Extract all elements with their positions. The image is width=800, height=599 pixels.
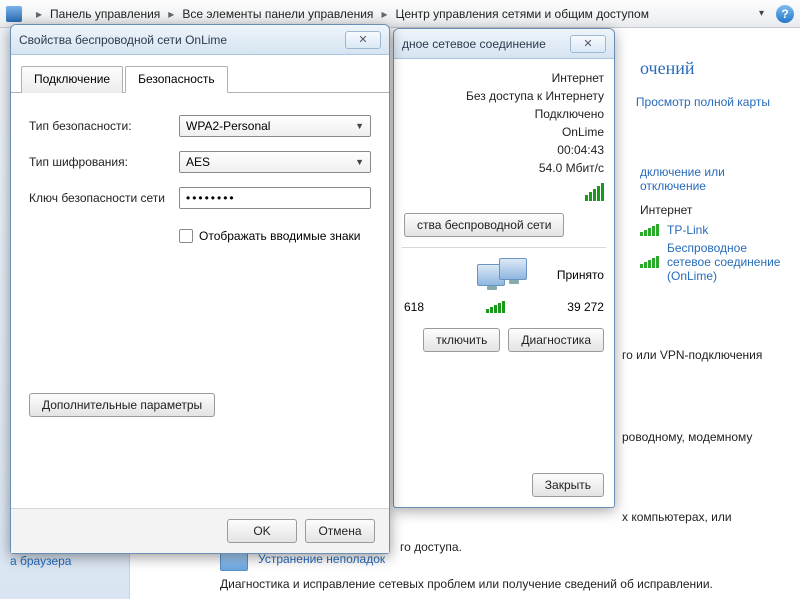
close-button[interactable]: ✕ <box>570 35 606 53</box>
received-value: 39 272 <box>567 300 604 314</box>
close-button[interactable]: ✕ <box>345 31 381 49</box>
connection-status-dialog: дное сетевое соединение ✕ Интернет Без д… <box>393 28 615 508</box>
status-speed: 54.0 Мбит/с <box>539 161 604 175</box>
encryption-type-value: AES <box>186 155 210 169</box>
show-chars-label: Отображать вводимые знаки <box>199 229 360 243</box>
wireless-properties-button[interactable]: ства беспроводной сети <box>404 213 564 237</box>
network-tplink-link[interactable]: TP-Link <box>667 223 708 237</box>
security-type-select[interactable]: WPA2-Personal ▼ <box>179 115 371 137</box>
connect-disconnect-link[interactable]: дключение или отключение <box>640 165 725 193</box>
tab-security[interactable]: Безопасность <box>125 66 228 93</box>
show-chars-checkbox[interactable] <box>179 229 193 243</box>
tab-connection[interactable]: Подключение <box>21 66 123 93</box>
dropdown-arrow-icon[interactable]: ▾ <box>759 8 764 19</box>
ok-button[interactable]: OK <box>227 519 297 543</box>
encryption-type-select[interactable]: AES ▼ <box>179 151 371 173</box>
status-dialog-title: дное сетевое соединение <box>402 37 570 51</box>
divider <box>402 247 606 248</box>
breadcrumb-item-2[interactable]: Центр управления сетями и общим доступом <box>395 7 649 21</box>
help-icon[interactable]: ? <box>776 5 794 23</box>
signal-strength-icon <box>585 183 604 201</box>
network-row-onlime[interactable]: Беспроводное сетевое соединение (OnLime) <box>640 241 782 283</box>
breadcrumb-item-0[interactable]: Панель управления <box>50 7 160 21</box>
received-label: Принято <box>557 268 604 282</box>
signal-icon <box>486 301 505 313</box>
props-dialog-title-bar[interactable]: Свойства беспроводной сети OnLime ✕ <box>11 25 389 55</box>
advanced-settings-button[interactable]: Дополнительные параметры <box>29 393 215 417</box>
signal-icon <box>640 256 659 268</box>
vpn-text-fragment: го или VPN-подключения <box>622 348 762 362</box>
page-title: очений <box>640 58 782 79</box>
status-duration: 00:04:43 <box>557 143 604 157</box>
status-internet: Интернет <box>552 71 604 85</box>
computers-text-fragment: х компьютерах, или <box>622 510 732 524</box>
security-type-value: WPA2-Personal <box>186 119 270 133</box>
security-key-label: Ключ безопасности сети <box>29 191 179 205</box>
chevron-right-icon: ▸ <box>381 7 387 21</box>
chevron-down-icon: ▼ <box>355 121 364 131</box>
close-button[interactable]: Закрыть <box>532 473 604 497</box>
chevron-down-icon: ▼ <box>355 157 364 167</box>
signal-icon <box>640 224 659 236</box>
troubleshoot-desc: Диагностика и исправление сетевых пробле… <box>220 577 788 591</box>
troubleshoot-link[interactable]: Устранение неполадок <box>258 552 385 566</box>
cancel-button[interactable]: Отмена <box>305 519 375 543</box>
encryption-type-label: Тип шифрования: <box>29 155 179 169</box>
chevron-right-icon: ▸ <box>168 7 174 21</box>
control-panel-icon <box>6 6 22 22</box>
status-no-access: Без доступа к Интернету <box>466 89 604 103</box>
security-type-label: Тип безопасности: <box>29 119 179 133</box>
security-key-input[interactable] <box>179 187 371 209</box>
disconnect-button[interactable]: тключить <box>423 328 500 352</box>
status-connected: Подключено <box>535 107 604 121</box>
status-ssid: OnLime <box>562 125 604 139</box>
props-dialog-title: Свойства беспроводной сети OnLime <box>19 33 345 47</box>
network-onlime-link[interactable]: Беспроводное сетевое соединение (OnLime) <box>667 241 782 283</box>
internet-label: Интернет <box>640 203 782 217</box>
diagnose-button[interactable]: Диагностика <box>508 328 604 352</box>
tab-bar: Подключение Безопасность <box>11 55 389 93</box>
activity-monitor-icon <box>477 264 527 286</box>
sent-value: 618 <box>404 300 424 314</box>
wireless-properties-dialog: Свойства беспроводной сети OnLime ✕ Подк… <box>10 24 390 554</box>
view-full-map-link[interactable]: Просмотр полной карты <box>636 95 770 109</box>
status-dialog-title-bar[interactable]: дное сетевое соединение ✕ <box>394 29 614 59</box>
network-row-tplink[interactable]: TP-Link <box>640 223 782 237</box>
chevron-right-icon: ▸ <box>36 7 42 21</box>
modem-text-fragment: роводному, модемному <box>622 430 752 444</box>
breadcrumb-item-1[interactable]: Все элементы панели управления <box>182 7 373 21</box>
